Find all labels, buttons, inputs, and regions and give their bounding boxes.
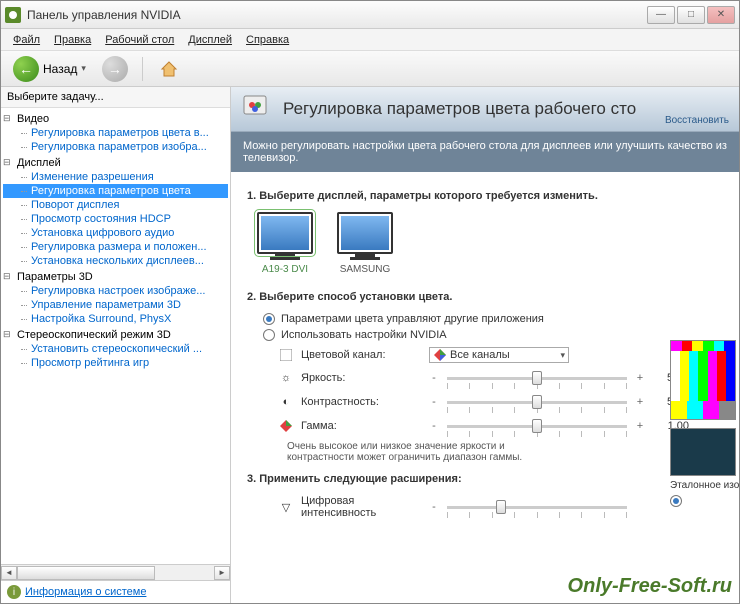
home-button[interactable] (159, 59, 179, 79)
back-button[interactable]: ← Назад ▾ (7, 54, 92, 84)
tree-item[interactable]: Установка нескольких дисплеев... (3, 254, 228, 268)
menu-help[interactable]: Справка (240, 32, 295, 48)
titlebar: Панель управления NVIDIA — □ ✕ (1, 1, 739, 29)
gamma-label: Гамма: (301, 420, 421, 432)
tree-item[interactable]: Регулировка параметров цвета в... (3, 126, 228, 140)
tree-item[interactable]: Настройка Surround, PhysX (3, 312, 228, 326)
tree-item[interactable]: Поворот дисплея (3, 198, 228, 212)
tree-item[interactable]: Регулировка настроек изображе... (3, 284, 228, 298)
menubar: Файл Правка Рабочий стол Дисплей Справка (1, 29, 739, 51)
back-label: Назад (43, 62, 77, 76)
step1-title: 1. Выберите дисплей, параметры которого … (247, 190, 723, 202)
window-title: Панель управления NVIDIA (27, 8, 647, 22)
display-item[interactable]: SAMSUNG (337, 212, 393, 275)
radio-icon (263, 329, 275, 341)
tree-item[interactable]: Регулировка параметров изобра... (3, 140, 228, 154)
radio-nvidia[interactable]: Использовать настройки NVIDIA (263, 329, 723, 341)
reference-radio[interactable] (670, 495, 740, 507)
brightness-icon: ☼ (279, 371, 293, 385)
tree-group[interactable]: Параметры 3D (3, 270, 228, 284)
close-button[interactable]: ✕ (707, 6, 735, 24)
tree-group[interactable]: Дисплей (3, 156, 228, 170)
tree-group[interactable]: Стереоскопический режим 3D (3, 328, 228, 342)
contrast-label: Контрастность: (301, 396, 421, 408)
sidebar: Выберите задачу... ВидеоРегулировка пара… (1, 87, 231, 603)
menu-display[interactable]: Дисплей (182, 32, 238, 48)
radio-other-apps[interactable]: Параметрами цвета управляют другие прило… (263, 313, 723, 325)
toolbar: ← Назад ▾ → (1, 51, 739, 87)
gamma-note: Очень высокое или низкое значение яркост… (287, 441, 567, 463)
tree-item[interactable]: Изменение разрешения (3, 170, 228, 184)
restore-link[interactable]: Восстановить (665, 115, 729, 126)
rgb-diamond-icon (434, 349, 446, 361)
display-item[interactable]: A19-3 DVI (257, 212, 313, 275)
step3-title: 3. Применить следующие расширения: (247, 473, 723, 485)
back-arrow-icon: ← (13, 56, 39, 82)
maximize-button[interactable]: □ (677, 6, 705, 24)
preview-column: Эталонное изо (670, 340, 740, 511)
info-icon: i (7, 585, 21, 599)
tree-item[interactable]: Просмотр рейтинга игр (3, 356, 228, 370)
channel-icon (279, 348, 293, 362)
tree-group[interactable]: Видео (3, 112, 228, 126)
radio-icon (263, 313, 275, 325)
channel-label: Цветовой канал: (301, 349, 421, 361)
minimize-button[interactable]: — (647, 6, 675, 24)
color-bars-preview (670, 340, 736, 420)
intensity-icon: ▽ (279, 500, 293, 514)
gamma-icon (279, 419, 293, 433)
tree-item[interactable]: Установить стереоскопический ... (3, 342, 228, 356)
tree-item[interactable]: Регулировка размера и положен... (3, 240, 228, 254)
system-info-link[interactable]: Информация о системе (25, 586, 146, 598)
display-label: SAMSUNG (337, 264, 393, 275)
brightness-label: Яркость: (301, 372, 421, 384)
menu-file[interactable]: Файл (7, 32, 46, 48)
nvidia-icon (5, 7, 21, 23)
menu-edit[interactable]: Правка (48, 32, 97, 48)
brightness-slider[interactable] (447, 369, 627, 387)
forward-button[interactable]: → (96, 54, 134, 84)
tree-item[interactable]: Установка цифрового аудио (3, 226, 228, 240)
display-label: A19-3 DVI (257, 264, 313, 275)
page-description: Можно регулировать настройки цвета рабоч… (231, 132, 739, 172)
menu-desktop[interactable]: Рабочий стол (99, 32, 180, 48)
reference-label: Эталонное изо (670, 480, 740, 491)
forward-arrow-icon: → (102, 56, 128, 82)
reference-swatch (670, 428, 736, 476)
page-body: 1. Выберите дисплей, параметры которого … (231, 172, 739, 603)
step2-title: 2. Выберите способ установки цвета. (247, 291, 723, 303)
tree-item[interactable]: Регулировка параметров цвета (3, 184, 228, 198)
page-header: Регулировка параметров цвета рабочего ст… (231, 87, 739, 132)
gamma-slider[interactable] (447, 417, 627, 435)
nav-tree: ВидеоРегулировка параметров цвета в...Ре… (1, 108, 230, 564)
system-info-bar: i Информация о системе (1, 580, 230, 603)
contrast-icon: ◐ (279, 395, 293, 409)
contrast-slider[interactable] (447, 393, 627, 411)
color-settings-icon (241, 93, 273, 125)
digital-intensity-label: Цифровая интенсивность (301, 495, 421, 519)
main-panel: Регулировка параметров цвета рабочего ст… (231, 87, 739, 603)
sidebar-h-scrollbar[interactable]: ◄► (1, 564, 230, 580)
tree-item[interactable]: Управление параметрами 3D (3, 298, 228, 312)
tree-item[interactable]: Просмотр состояния HDCP (3, 212, 228, 226)
app-window: Панель управления NVIDIA — □ ✕ Файл Прав… (0, 0, 740, 604)
page-title: Регулировка параметров цвета рабочего ст… (283, 99, 729, 119)
task-header: Выберите задачу... (1, 87, 230, 108)
digital-intensity-slider[interactable] (447, 498, 627, 516)
channel-select[interactable]: Все каналы (429, 347, 569, 363)
